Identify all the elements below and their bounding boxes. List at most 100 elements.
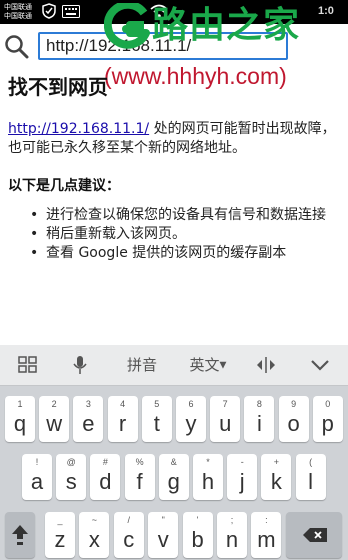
suggestion-item: 查看 Google 提供的该网页的缓存副本 bbox=[30, 244, 342, 262]
collapse-keyboard-icon[interactable] bbox=[310, 358, 330, 372]
key-alt-label: 9 bbox=[291, 399, 297, 409]
key-f[interactable]: % f bbox=[124, 454, 155, 500]
key-label: b bbox=[191, 527, 204, 552]
key-label: a bbox=[30, 469, 44, 494]
key-alt-label: 8 bbox=[256, 399, 262, 409]
error-message: http://192.168.11.1/ 处的网页可能暂时出现故障，也可能已永久… bbox=[8, 120, 338, 158]
page-title: 找不到网页 bbox=[8, 75, 108, 99]
keyboard-icon bbox=[62, 5, 80, 18]
key-alt-label: ; bbox=[230, 515, 234, 525]
key-x[interactable]: ~ x bbox=[79, 512, 110, 558]
key-w[interactable]: 2w bbox=[39, 396, 70, 442]
key-label: q bbox=[13, 411, 27, 436]
key-k[interactable]: + k bbox=[261, 454, 292, 500]
suggestions-title: 以下是几点建议： bbox=[8, 178, 120, 194]
english-mode-label: 英文 bbox=[189, 356, 220, 374]
key-label: k bbox=[270, 469, 282, 494]
key-alt-label: ' bbox=[196, 515, 199, 525]
key-alt-label: : bbox=[265, 515, 268, 525]
failed-url-link[interactable]: http://192.168.11.1/ bbox=[8, 121, 149, 137]
key-g[interactable]: & g bbox=[158, 454, 189, 500]
key-alt-label: 7 bbox=[222, 399, 228, 409]
pinyin-mode-button[interactable]: 拼音 bbox=[114, 345, 170, 385]
key-z[interactable]: _ z bbox=[45, 512, 75, 558]
key-s[interactable]: @ s bbox=[56, 454, 87, 500]
search-icon[interactable] bbox=[4, 34, 30, 60]
key-alt-label: 5 bbox=[154, 399, 160, 409]
key-label: c bbox=[123, 527, 135, 552]
key-alt-label: ( bbox=[309, 457, 313, 467]
key-label: h bbox=[201, 469, 215, 494]
key-label: g bbox=[167, 469, 180, 494]
key-label: l bbox=[308, 469, 314, 494]
key-q[interactable]: 1q bbox=[5, 396, 35, 442]
suggestions-list: 进行检查以确保您的设备具有信号和数据连接 稍后重新载入该网页。 查看 Googl… bbox=[30, 206, 342, 263]
clock-text: 1:0 bbox=[318, 5, 334, 17]
carrier-label-1: 中国联通 bbox=[4, 3, 32, 11]
key-alt-label: _ bbox=[57, 515, 63, 525]
key-alt-label: 6 bbox=[188, 399, 194, 409]
key-label: x bbox=[88, 527, 100, 552]
key-label: p bbox=[321, 411, 334, 436]
key-p[interactable]: 0p bbox=[312, 396, 343, 442]
key-e[interactable]: 3e bbox=[73, 396, 104, 442]
key-label: f bbox=[136, 469, 143, 494]
soft-keyboard: 拼音 英文▼ 1 q 2 w 3 e 4 r 5 t 6 y 7 u 8 i 9 o 0 p! a @ s # d% f & g * h -… bbox=[0, 345, 348, 560]
key-label: t bbox=[153, 411, 160, 436]
key-alt-label: 2 bbox=[51, 399, 57, 409]
key-m[interactable]: :m bbox=[251, 512, 282, 558]
key-label: s bbox=[65, 469, 77, 494]
key-label: r bbox=[118, 411, 127, 436]
dropdown-arrow-icon: ▼ bbox=[219, 360, 227, 371]
key-label: v bbox=[157, 527, 169, 552]
cursor-move-icon[interactable] bbox=[256, 356, 276, 374]
backspace-key[interactable] bbox=[286, 512, 342, 558]
grid-menu-icon[interactable] bbox=[18, 356, 38, 374]
key-alt-label: " bbox=[161, 515, 165, 525]
carrier-label-2: 中国联通 bbox=[4, 12, 32, 20]
key-h[interactable]: * h bbox=[193, 454, 223, 500]
key-n[interactable]: ; n bbox=[217, 512, 247, 558]
key-l[interactable]: (l bbox=[295, 454, 326, 500]
key-label: u bbox=[219, 411, 232, 436]
key-c[interactable]: / c bbox=[113, 512, 144, 558]
key-alt-label: # bbox=[102, 457, 108, 467]
key-alt-label: % bbox=[135, 457, 144, 467]
suggestion-item: 进行检查以确保您的设备具有信号和数据连接 bbox=[30, 206, 342, 224]
key-i[interactable]: 8i bbox=[244, 396, 275, 442]
key-label: z bbox=[54, 527, 66, 552]
key-label: w bbox=[46, 411, 63, 436]
key-alt-label: ! bbox=[35, 457, 39, 467]
key-r[interactable]: 4r bbox=[107, 396, 138, 442]
key-alt-label: 3 bbox=[85, 399, 91, 409]
key-alt-label: 1 bbox=[17, 399, 23, 409]
key-alt-label: 4 bbox=[120, 399, 126, 409]
key-d[interactable]: # d bbox=[90, 454, 121, 500]
key-u[interactable]: 7u bbox=[210, 396, 241, 442]
english-mode-button[interactable]: 英文▼ bbox=[186, 345, 230, 385]
key-o[interactable]: 9o bbox=[278, 396, 309, 442]
key-label: m bbox=[257, 527, 276, 552]
key-a[interactable]: ! a bbox=[22, 454, 52, 500]
key-alt-label: / bbox=[127, 515, 131, 525]
shield-icon bbox=[42, 3, 56, 19]
key-alt-label: @ bbox=[66, 457, 76, 467]
key-v[interactable]: " v bbox=[148, 512, 179, 558]
router-logo-icon bbox=[104, 3, 150, 49]
key-label: d bbox=[99, 469, 112, 494]
key-alt-label: + bbox=[273, 457, 280, 467]
key-label: i bbox=[256, 411, 262, 436]
key-alt-label: ~ bbox=[91, 515, 98, 525]
key-j[interactable]: -j bbox=[227, 454, 258, 500]
key-label: y bbox=[185, 411, 197, 436]
key-alt-label: * bbox=[206, 457, 210, 467]
shift-key[interactable] bbox=[5, 512, 35, 558]
suggestion-item: 稍后重新载入该网页。 bbox=[30, 225, 342, 243]
microphone-icon[interactable] bbox=[73, 355, 87, 375]
key-label: n bbox=[225, 527, 239, 552]
key-b[interactable]: ' b bbox=[182, 512, 213, 558]
keyboard-toolbar: 拼音 英文▼ bbox=[0, 345, 348, 386]
watermark-url: (www.hhhyh.com) bbox=[104, 63, 287, 89]
key-t[interactable]: 5t bbox=[141, 396, 172, 442]
key-y[interactable]: 6y bbox=[176, 396, 206, 442]
